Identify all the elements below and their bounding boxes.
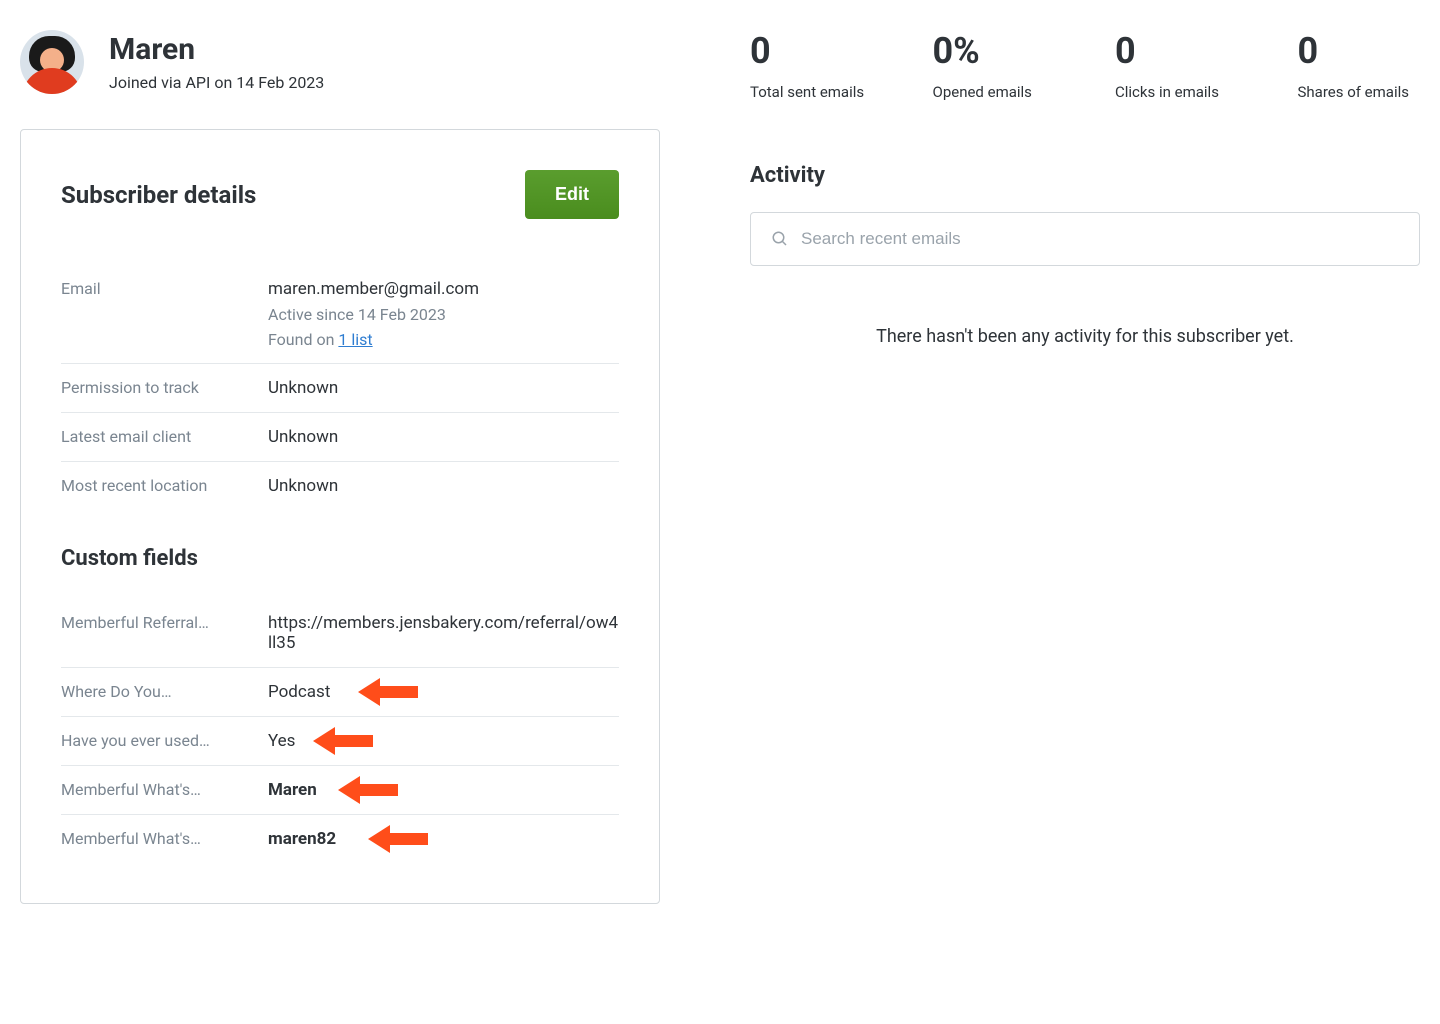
annotation-arrow-icon — [358, 678, 418, 706]
detail-value: Unknown — [268, 427, 619, 447]
detail-value: maren.member@gmail.comActive since 14 Fe… — [268, 279, 619, 349]
custom-field-row: Memberful What's…Maren — [61, 766, 619, 815]
search-icon — [771, 230, 789, 248]
custom-fields-title: Custom fields — [61, 546, 619, 571]
detail-row: Emailmaren.member@gmail.comActive since … — [61, 265, 619, 364]
found-on-link[interactable]: 1 list — [338, 330, 372, 349]
detail-row: Latest email clientUnknown — [61, 413, 619, 462]
stat-number: 0 — [750, 30, 873, 72]
custom-field-row: Have you ever used…Yes — [61, 717, 619, 766]
stat-label: Shares of emails — [1298, 82, 1421, 103]
subscriber-joined: Joined via API on 14 Feb 2023 — [109, 73, 324, 92]
edit-button[interactable]: Edit — [525, 170, 619, 219]
detail-sub: Active since 14 Feb 2023 — [268, 305, 619, 324]
detail-value: Unknown — [268, 476, 619, 496]
stat-label: Clicks in emails — [1115, 82, 1238, 103]
custom-field-row: Memberful Referral…https://members.jensb… — [61, 599, 619, 668]
custom-field-label: Have you ever used… — [61, 731, 268, 751]
custom-field-row: Memberful What's…maren82 — [61, 815, 619, 863]
subscriber-details-card: Subscriber details Edit Emailmaren.membe… — [20, 129, 660, 904]
detail-row: Most recent locationUnknown — [61, 462, 619, 510]
custom-field-label: Memberful What's… — [61, 829, 268, 849]
avatar — [20, 30, 84, 94]
stat-block: 0 Clicks in emails — [1115, 30, 1238, 103]
detail-sub: Found on 1 list — [268, 330, 619, 349]
activity-empty-text: There hasn't been any activity for this … — [750, 326, 1420, 347]
stat-label: Opened emails — [933, 82, 1056, 103]
stat-block: 0% Opened emails — [933, 30, 1056, 103]
custom-field-value: https://members.jensbakery.com/referral/… — [268, 613, 619, 653]
subscriber-details-title: Subscriber details — [61, 181, 256, 209]
detail-label: Latest email client — [61, 427, 268, 447]
stat-number: 0 — [1115, 30, 1238, 72]
detail-label: Permission to track — [61, 378, 268, 398]
activity-title: Activity — [750, 163, 1420, 188]
stat-number: 0 — [1298, 30, 1421, 72]
custom-field-label: Memberful What's… — [61, 780, 268, 800]
activity-search-input[interactable] — [801, 229, 1399, 249]
custom-field-value: maren82 — [268, 829, 619, 849]
annotation-arrow-icon — [368, 825, 428, 853]
detail-row: Permission to trackUnknown — [61, 364, 619, 413]
custom-field-label: Memberful Referral… — [61, 613, 268, 653]
stat-label: Total sent emails — [750, 82, 873, 103]
annotation-arrow-icon — [338, 776, 398, 804]
stat-block: 0 Shares of emails — [1298, 30, 1421, 103]
activity-search[interactable] — [750, 212, 1420, 266]
stat-block: 0 Total sent emails — [750, 30, 873, 103]
subscriber-name: Maren — [109, 32, 324, 67]
custom-field-row: Where Do You…Podcast — [61, 668, 619, 717]
custom-field-value: Maren — [268, 780, 619, 800]
detail-label: Most recent location — [61, 476, 268, 496]
custom-field-value: Yes — [268, 731, 619, 751]
detail-value: Unknown — [268, 378, 619, 398]
stat-number: 0% — [933, 30, 1056, 72]
custom-field-value: Podcast — [268, 682, 619, 702]
annotation-arrow-icon — [313, 727, 373, 755]
detail-label: Email — [61, 279, 268, 349]
custom-field-label: Where Do You… — [61, 682, 268, 702]
